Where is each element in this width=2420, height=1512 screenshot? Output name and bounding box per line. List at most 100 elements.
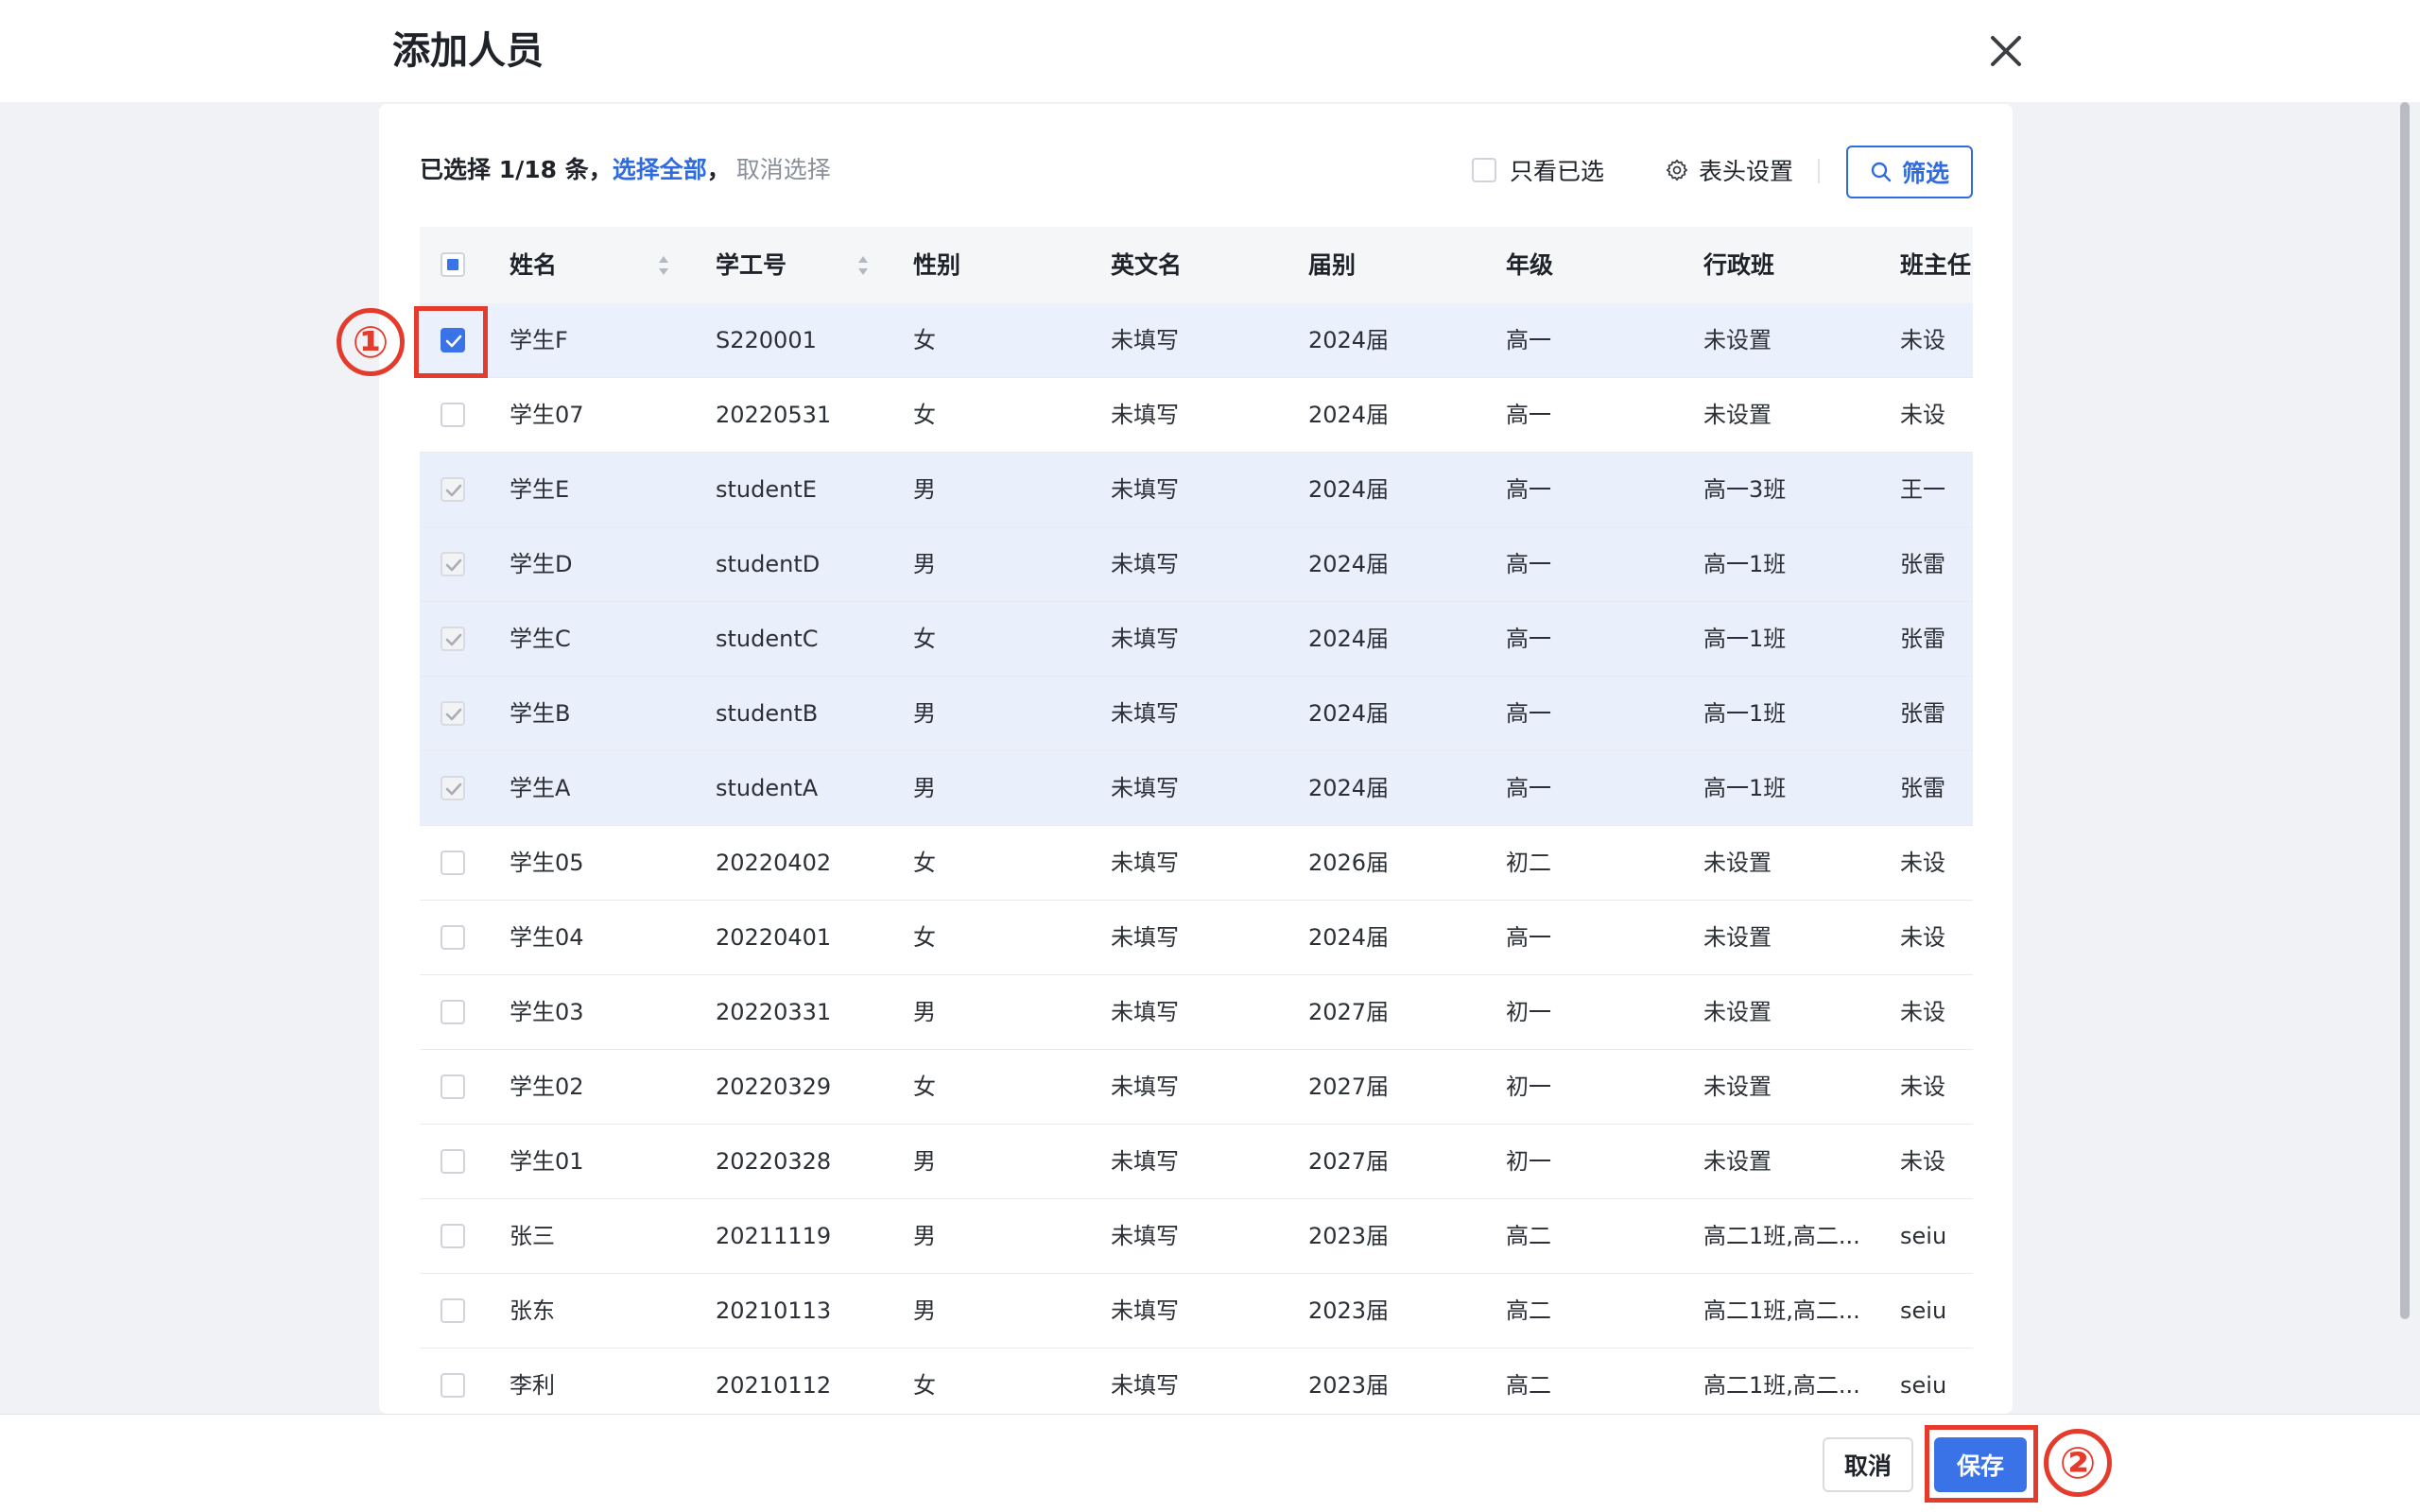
cell-gender: 女 <box>913 626 936 652</box>
row-checkbox[interactable] <box>441 1373 465 1398</box>
cell-id: 20220531 <box>716 402 832 428</box>
row-checkbox[interactable] <box>441 1000 465 1024</box>
cell-grade: 高一 <box>1506 402 1551 428</box>
cell-english-name: 未填写 <box>1111 402 1179 428</box>
row-checkbox[interactable] <box>441 925 465 950</box>
row-checkbox[interactable] <box>441 850 465 875</box>
select-all-link[interactable]: 选择全部 <box>613 156 707 183</box>
table-row[interactable]: 学生01 20220328 男 未填写 2027届 初一 未设置 未设 <box>420 1125 1973 1199</box>
table-row[interactable]: 学生02 20220329 女 未填写 2027届 初一 未设置 未设 <box>420 1050 1973 1125</box>
cell-grade: 高二 <box>1506 1372 1551 1399</box>
row-checkbox[interactable] <box>441 403 465 427</box>
header-select-all-checkbox[interactable] <box>441 252 465 277</box>
cell-grade: 高一 <box>1506 327 1551 353</box>
table-row[interactable]: 学生05 20220402 女 未填写 2026届 初二 未设置 未设 <box>420 826 1973 901</box>
cell-gender: 男 <box>913 1223 936 1249</box>
cell-english-name: 未填写 <box>1111 775 1179 801</box>
cell-class: 高二1班,高二... <box>1703 1372 1860 1399</box>
cell-english-name: 未填写 <box>1111 1372 1179 1399</box>
cell-grade: 高一 <box>1506 775 1551 801</box>
cell-cohort: 2027届 <box>1308 999 1390 1025</box>
cancel-button[interactable]: 取消 <box>1823 1437 1913 1492</box>
cell-gender: 男 <box>913 476 936 503</box>
only-selected-checkbox[interactable] <box>1472 158 1496 182</box>
page-scrollbar-thumb[interactable] <box>2400 102 2410 1319</box>
people-card: 已选择 1/18 条，选择全部， 取消选择 只看已选 表头设置 筛选 姓名 学工… <box>379 104 2013 1414</box>
cell-head-teacher: seiu <box>1900 1297 1947 1324</box>
cell-name: 学生03 <box>510 999 584 1025</box>
table-row[interactable]: 学生04 20220401 女 未填写 2024届 高一 未设置 未设 <box>420 901 1973 975</box>
only-selected-toggle[interactable]: 只看已选 <box>1472 153 1604 187</box>
cell-cohort: 2024届 <box>1308 327 1390 353</box>
step-2-marker: ② <box>2044 1429 2112 1497</box>
row-checkbox[interactable] <box>441 1149 465 1174</box>
cell-gender: 女 <box>913 1074 936 1100</box>
row-checkbox <box>441 776 465 800</box>
cell-grade: 高一 <box>1506 700 1551 727</box>
people-table: 姓名 学工号 性别 英文名 届别 年级 行政班 班主任 学生F S220001 女未… <box>420 227 1973 1414</box>
dialog-title: 添加人员 <box>392 29 544 73</box>
page-scrollbar[interactable] <box>2397 102 2412 1414</box>
row-checkbox[interactable] <box>441 1224 465 1248</box>
cell-gender: 男 <box>913 775 936 801</box>
table-row[interactable]: 李利 20210112 女 未填写 2023届 高二 高二1班,高二... seiu <box>420 1349 1973 1414</box>
sort-id-icon[interactable] <box>856 252 871 279</box>
cell-name: 张东 <box>510 1297 555 1324</box>
cell-english-name: 未填写 <box>1111 1223 1179 1249</box>
table-row[interactable]: 学生A studentA 男 未填写 2024届 高一 高一1班 张雷 <box>420 751 1973 826</box>
cell-english-name: 未填写 <box>1111 1074 1179 1100</box>
selection-info: 已选择 1/18 条，选择全部， 取消选择 <box>420 153 831 187</box>
check-icon <box>445 558 462 572</box>
cell-cohort: 2024届 <box>1308 700 1390 727</box>
column-cohort: 届别 <box>1308 251 1357 279</box>
row-checkbox <box>441 552 465 576</box>
cell-grade: 高一 <box>1506 924 1551 951</box>
table-row[interactable]: 学生B studentB 男 未填写 2024届 高一 高一1班 张雷 <box>420 677 1973 751</box>
cell-english-name: 未填写 <box>1111 551 1179 577</box>
column-name: 姓名 <box>510 251 558 279</box>
column-english-name: 英文名 <box>1111 251 1183 279</box>
column-grade: 年级 <box>1506 251 1554 279</box>
row-checkbox[interactable] <box>441 1074 465 1099</box>
table-row[interactable]: 学生D studentD 男 未填写 2024届 高一 高一1班 张雷 <box>420 527 1973 602</box>
cell-cohort: 2027届 <box>1308 1148 1390 1175</box>
cell-cohort: 2024届 <box>1308 775 1390 801</box>
cell-name: 张三 <box>510 1223 555 1249</box>
column-class: 行政班 <box>1703 251 1775 279</box>
cell-id: studentB <box>716 700 819 727</box>
row-checkbox[interactable] <box>441 328 465 352</box>
table-row[interactable]: 学生E studentE 男 未填写 2024届 高一 高一3班 王一 <box>420 453 1973 527</box>
table-row[interactable]: 学生F S220001 女 未填写 2024届 高一 未设置 未设 <box>420 303 1973 378</box>
cell-english-name: 未填写 <box>1111 700 1179 727</box>
header-settings-button[interactable]: 表头设置 <box>1665 153 1793 187</box>
cell-id: studentC <box>716 626 819 652</box>
row-checkbox[interactable] <box>441 1298 465 1323</box>
cell-gender: 女 <box>913 327 936 353</box>
cell-cohort: 2027届 <box>1308 1074 1390 1100</box>
cell-class: 未设置 <box>1703 850 1772 876</box>
close-icon[interactable] <box>1983 28 2029 74</box>
cell-head-teacher: 未设 <box>1900 1148 1945 1175</box>
cell-class: 高一3班 <box>1703 476 1787 503</box>
table-row[interactable]: 学生07 20220531 女 未填写 2024届 高一 未设置 未设 <box>420 378 1973 453</box>
table-row[interactable]: 学生03 20220331 男 未填写 2027届 初一 未设置 未设 <box>420 975 1973 1050</box>
cell-gender: 男 <box>913 1297 936 1324</box>
cell-grade: 高二 <box>1506 1297 1551 1324</box>
clear-selection-link[interactable]: 取消选择 <box>736 156 831 183</box>
cell-head-teacher: seiu <box>1900 1223 1947 1249</box>
cell-gender: 女 <box>913 924 936 951</box>
cell-class: 高一1班 <box>1703 700 1787 727</box>
table-row[interactable]: 张东 20210113 男 未填写 2023届 高二 高二1班,高二... seiu <box>420 1274 1973 1349</box>
cell-head-teacher: 张雷 <box>1900 700 1945 727</box>
row-checkbox <box>441 477 465 502</box>
cell-name: 学生01 <box>510 1148 584 1175</box>
sort-name-icon[interactable] <box>656 252 671 279</box>
cell-head-teacher: 未设 <box>1900 1074 1945 1100</box>
cell-class: 未设置 <box>1703 402 1772 428</box>
table-row[interactable]: 学生C studentC 女 未填写 2024届 高一 高一1班 张雷 <box>420 602 1973 677</box>
table-row[interactable]: 张三 20211119 男 未填写 2023届 高二 高二1班,高二... seiu <box>420 1199 1973 1274</box>
save-button[interactable]: 保存 <box>1934 1437 2027 1492</box>
filter-button[interactable]: 筛选 <box>1846 146 1973 198</box>
cell-head-teacher: 未设 <box>1900 402 1945 428</box>
cell-cohort: 2026届 <box>1308 850 1390 876</box>
